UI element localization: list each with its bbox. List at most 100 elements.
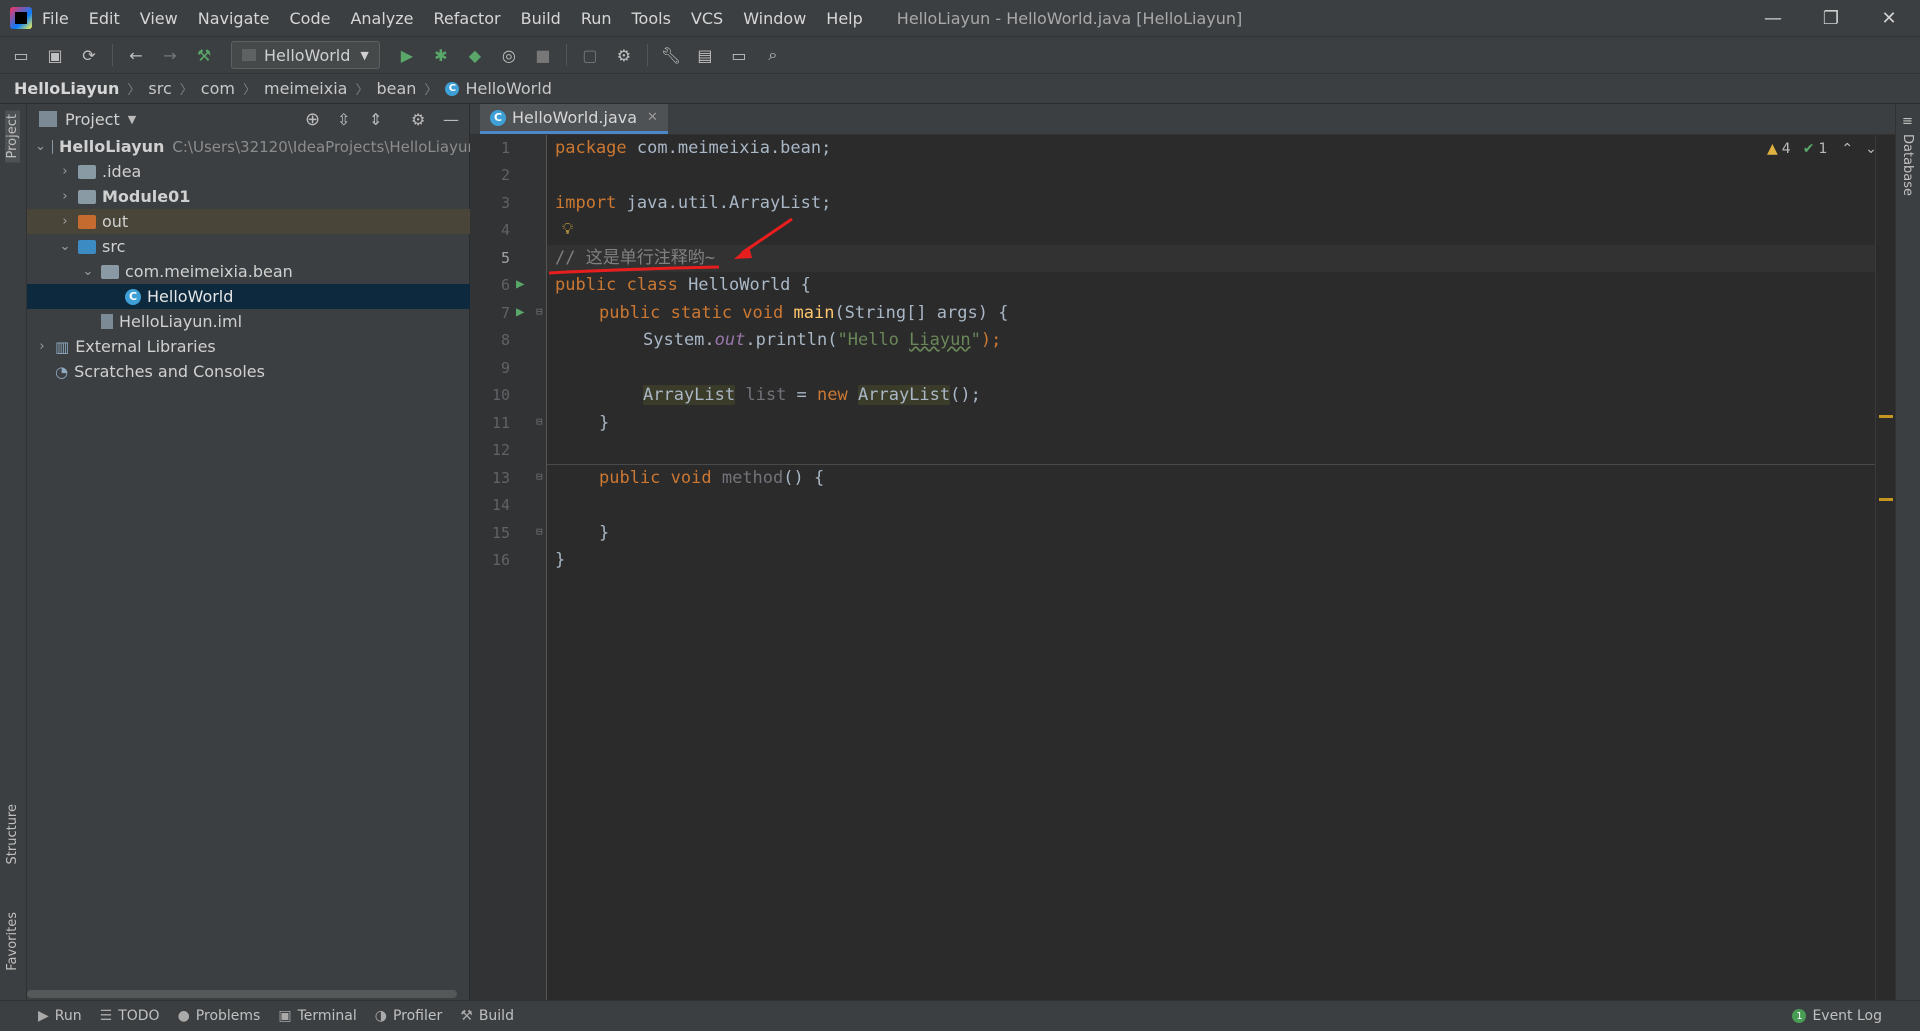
menu-window[interactable]: Window	[743, 9, 806, 28]
event-log-button[interactable]: 1 Event Log	[1792, 1008, 1882, 1024]
menu-help[interactable]: Help	[826, 9, 862, 28]
tree-horizontal-scrollbar[interactable]	[27, 990, 457, 998]
locate-icon[interactable]: ⊕	[305, 109, 320, 130]
fold-icon[interactable]: ⊟	[536, 415, 543, 428]
window-title: HelloLiayun - HelloWorld.java [HelloLiay…	[896, 8, 1243, 28]
problems-tool-button[interactable]: ● Problems	[178, 1008, 261, 1024]
chevron-right-icon[interactable]: ›	[58, 164, 72, 179]
search-icon[interactable]: ⌕	[762, 44, 784, 66]
profile-icon[interactable]: ◎	[498, 44, 520, 66]
run-gutter-icon[interactable]: ▶	[516, 304, 524, 320]
error-stripe[interactable]	[1875, 135, 1894, 1000]
menu-file[interactable]: File	[42, 9, 69, 28]
profiler-tool-button[interactable]: ◑ Profiler	[375, 1008, 443, 1024]
fold-icon[interactable]: ⊟	[536, 470, 543, 483]
warning-marker[interactable]	[1879, 498, 1893, 501]
menu-code[interactable]: Code	[290, 9, 331, 28]
hide-panel-icon[interactable]: —	[443, 110, 459, 129]
open-folder-icon[interactable]: ▭	[10, 44, 32, 66]
run-tool-button[interactable]: ▶ Run	[38, 1008, 82, 1024]
back-icon[interactable]: ←	[125, 44, 147, 66]
status-label: Problems	[195, 1008, 261, 1024]
chevron-down-icon[interactable]: ⌄	[35, 139, 46, 154]
close-tab-icon[interactable]: ✕	[647, 110, 658, 125]
breadcrumb-project[interactable]: HelloLiayun	[14, 79, 119, 98]
warning-marker[interactable]	[1879, 415, 1893, 418]
sync-icon[interactable]: ⟳	[78, 44, 100, 66]
code-token: =	[786, 385, 818, 405]
toolbar-divider	[646, 44, 648, 66]
tree-item-out[interactable]: › out	[27, 209, 500, 234]
gear-icon[interactable]: ⚙	[411, 110, 425, 129]
menu-run[interactable]: Run	[581, 9, 612, 28]
menu-vcs[interactable]: VCS	[691, 9, 723, 28]
menu-tools[interactable]: Tools	[632, 9, 671, 28]
hammer-icon: ⚒	[460, 1008, 473, 1024]
run-configuration-select[interactable]: HelloWorld ▼	[231, 41, 380, 69]
tree-item-helloliayun[interactable]: ⌄ HelloLiayun C:\Users\32120\IdeaProject…	[27, 134, 477, 159]
tree-label: out	[102, 212, 129, 231]
menu-build[interactable]: Build	[521, 9, 561, 28]
project-tool-tab[interactable]: Project	[5, 110, 20, 163]
run-icon[interactable]: ▶	[396, 44, 418, 66]
code-token: "	[970, 330, 981, 350]
status-bar: ▶ Run ☰ TODO ● Problems ▣ Terminal ◑ Profiler…	[0, 1000, 1920, 1031]
run-gutter-icon[interactable]: ▶	[516, 276, 524, 292]
tree-item-src[interactable]: ⌄ src	[27, 234, 500, 259]
menu-edit[interactable]: Edit	[89, 9, 120, 28]
menu-view[interactable]: View	[140, 9, 178, 28]
line-number: 8	[500, 331, 510, 349]
fold-icon[interactable]: ⊟	[536, 525, 543, 538]
tree-item-external-libraries[interactable]: › ▥ External Libraries	[27, 334, 477, 359]
chevron-right-icon: 〉	[127, 83, 141, 98]
chevron-up-icon[interactable]: ⌃	[1841, 141, 1853, 157]
tree-item-module01[interactable]: › Module01	[27, 184, 500, 209]
structure-tool-tab[interactable]: Structure	[5, 804, 20, 864]
build-tool-button[interactable]: ⚒ Build	[460, 1008, 514, 1024]
tree-item-idea[interactable]: › .idea	[27, 159, 500, 184]
attach-icon[interactable]: ▢	[579, 44, 601, 66]
chevron-right-icon[interactable]: ›	[58, 214, 72, 229]
tree-item-scratches[interactable]: ◔ Scratches and Consoles	[27, 359, 497, 384]
build-hammer-icon[interactable]: ⚒	[193, 44, 215, 66]
restore-icon[interactable]: ❐	[1802, 0, 1860, 36]
inspection-widget[interactable]: ▲ 4 ✔ 1 ⌃ ⌄	[1767, 141, 1877, 157]
breadcrumb-helloworld[interactable]: HelloWorld	[465, 79, 551, 98]
favorites-tool-tab[interactable]: Favorites	[5, 912, 20, 971]
chevron-right-icon[interactable]: ›	[58, 189, 72, 204]
wrench-icon[interactable]: 🔧︎	[660, 44, 682, 66]
database-tool-tab[interactable]: Database	[1900, 134, 1915, 196]
forward-icon[interactable]: →	[159, 44, 181, 66]
chevron-right-icon[interactable]: ›	[35, 339, 49, 354]
menu-analyze[interactable]: Analyze	[350, 9, 413, 28]
breadcrumb-bean[interactable]: bean	[376, 79, 416, 98]
chevron-down-icon[interactable]: ⌄	[58, 239, 72, 254]
coverage-icon[interactable]: ◆	[464, 44, 486, 66]
sdk-icon[interactable]: ⚙	[613, 44, 635, 66]
menu-refactor[interactable]: Refactor	[434, 9, 501, 28]
expand-all-icon[interactable]: ⇳	[337, 110, 350, 129]
chevron-down-icon[interactable]: ▼	[128, 113, 136, 126]
fold-icon[interactable]: ⊟	[536, 305, 543, 318]
tree-item-iml[interactable]: HelloLiayun.iml	[27, 309, 523, 334]
close-window-icon[interactable]: ✕	[1860, 0, 1918, 36]
project-panel-title[interactable]: Project	[65, 110, 120, 129]
terminal-tool-button[interactable]: ▣ Terminal	[278, 1008, 356, 1024]
tab-helloworld-java[interactable]: C HelloWorld.java ✕	[480, 104, 668, 134]
chevron-down-icon[interactable]: ⌄	[81, 264, 95, 279]
menu-navigate[interactable]: Navigate	[198, 9, 270, 28]
tree-label: src	[102, 237, 126, 256]
breadcrumb-src[interactable]: src	[148, 79, 171, 98]
stop-icon[interactable]: ■	[532, 44, 554, 66]
terminal-window-icon[interactable]: ▭	[728, 44, 750, 66]
debug-icon[interactable]: ✱	[430, 44, 452, 66]
code-editor[interactable]: package com.meimeixia.bean; import java.…	[547, 135, 1883, 1000]
todo-tool-button[interactable]: ☰ TODO	[100, 1008, 160, 1024]
minimize-icon[interactable]: —	[1744, 0, 1802, 36]
collapse-all-icon[interactable]: ⇕	[369, 110, 382, 129]
project-structure-icon[interactable]: ▤	[694, 44, 716, 66]
breadcrumb-meimeixia[interactable]: meimeixia	[264, 79, 347, 98]
tree-item-package[interactable]: ⌄ com.meimeixia.bean	[27, 259, 523, 284]
breadcrumb-com[interactable]: com	[201, 79, 235, 98]
save-icon[interactable]: ▣	[44, 44, 66, 66]
